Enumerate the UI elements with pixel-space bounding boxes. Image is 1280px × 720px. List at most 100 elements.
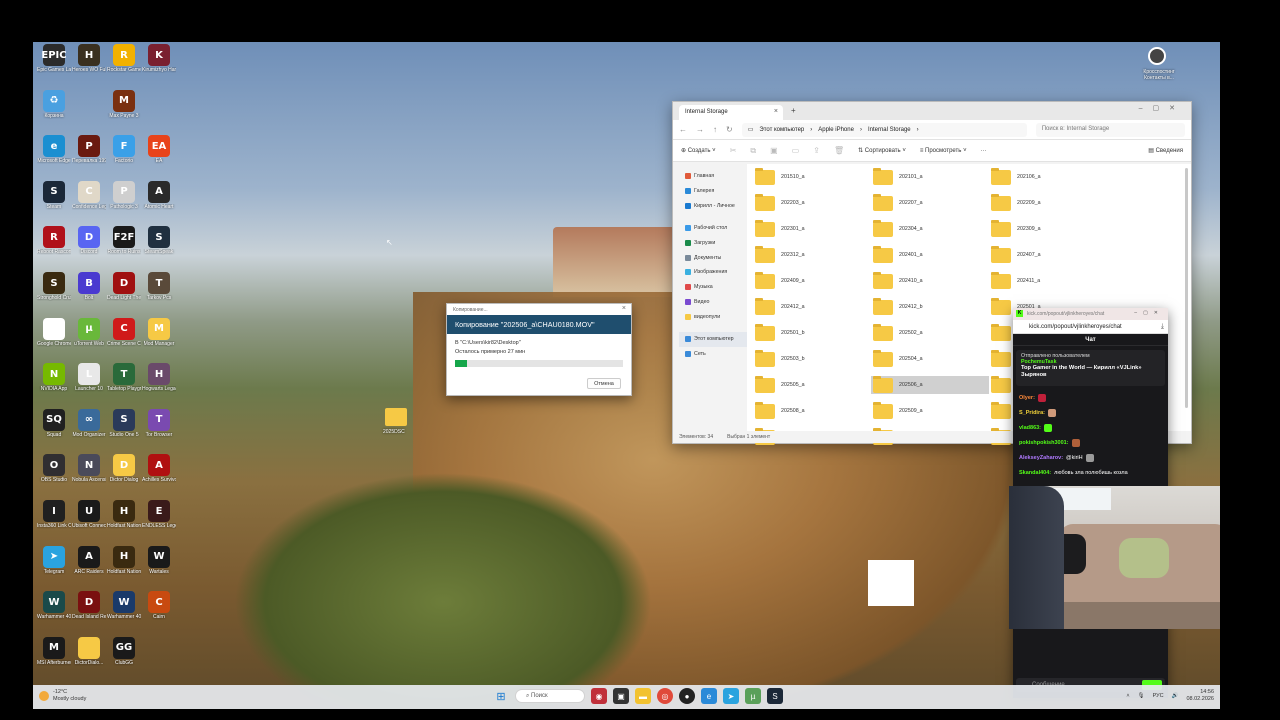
tray-chevron-icon[interactable]: ˄ [1126, 693, 1129, 699]
folder-item[interactable]: 202301_a [753, 219, 871, 238]
desktop-icon[interactable]: C Cairn [142, 591, 176, 620]
desktop-icon[interactable]: U Ubisoft Connect [72, 500, 106, 529]
desktop-icon[interactable]: ∞ Mod Organizer [72, 408, 106, 438]
folder-item[interactable]: 202203_a [753, 193, 871, 212]
copy-icon[interactable]: ⧉ [750, 146, 756, 156]
desktop-icon[interactable]: N NVIDIA App [37, 363, 71, 392]
chat-username[interactable]: AlekseyZaharov: [1019, 455, 1063, 461]
breadcrumb-2[interactable]: Internal Storage [868, 127, 911, 133]
paste-icon[interactable]: ▣ [770, 146, 778, 155]
breadcrumb-1[interactable]: Apple iPhone [818, 127, 854, 133]
desktop-icon[interactable]: DDead Light The Game [107, 272, 141, 301]
chat-message[interactable]: AlekseyZaharov: @kiriH [1019, 450, 1162, 465]
desktop-icon[interactable]: D Discord [72, 226, 106, 255]
taskbar-search[interactable]: ⌕ Поиск [515, 689, 585, 703]
desktop-icon[interactable]: L Launcher 10 [72, 363, 106, 392]
folder-item[interactable]: 202309_a [989, 219, 1107, 238]
desktop-icon[interactable]: B Bolt [72, 272, 106, 301]
desktop-icon[interactable]: RRockstar Games... [107, 44, 141, 73]
clock[interactable]: 14:56 08.02.2026 [1186, 689, 1214, 703]
sidebar-item[interactable]: Кирилл - Личное [679, 198, 747, 213]
edge-icon[interactable]: e [701, 688, 717, 704]
folder-item[interactable]: 202409_a [753, 271, 871, 290]
obs-icon[interactable]: ● [679, 688, 695, 704]
download-icon[interactable]: ⤓ [1161, 323, 1164, 331]
desktop-icon[interactable]: F2F Room to Ruins [107, 226, 141, 255]
close-icon[interactable]: × [622, 305, 626, 312]
desktop-icon[interactable]: HHogwarts Legacy [142, 363, 176, 392]
desktop-icon[interactable]: M MSI Afterburner [37, 636, 71, 666]
desktop-icon[interactable]: A ARC Raiders [72, 545, 106, 575]
language-indicator[interactable]: РУС [1153, 693, 1164, 699]
sidebar-item[interactable]: Этот компьютер [679, 331, 747, 347]
desktop-icon[interactable]: EENDLESS Legend 2 [142, 500, 176, 529]
folder-item[interactable]: 202101_a [871, 167, 989, 186]
sidebar-item[interactable]: Галерея [679, 184, 747, 199]
microphone-icon[interactable]: 🎙 [1138, 693, 1145, 699]
cancel-button[interactable]: Отмена [587, 378, 621, 389]
desktop-icon[interactable]: ➤ Telegram [37, 545, 71, 575]
sidebar-item[interactable]: Музыка [679, 280, 747, 295]
sidebar-item[interactable]: Изображения [679, 265, 747, 280]
desktop-icon[interactable]: A Atomic Heart [142, 180, 176, 210]
details-button[interactable]: ▤ Сведения [1148, 147, 1183, 154]
sidebar-item[interactable]: Видео [679, 295, 747, 310]
desktop-icon[interactable]: M Max Payne 3 [107, 89, 141, 119]
sidebar-item[interactable]: Рабочий стол [679, 221, 747, 236]
folder-item[interactable]: 202411_a [989, 271, 1107, 290]
desktop-icon[interactable]: S Studio One 5 [107, 408, 141, 438]
chat-username[interactable]: Skandal404: [1019, 470, 1051, 476]
chat-username[interactable]: vlad863: [1019, 425, 1041, 431]
folder-item[interactable]: 202209_a [989, 193, 1107, 212]
sidebar-item[interactable]: видеопули [679, 309, 747, 324]
desktop-icon[interactable]: S Steam [37, 180, 71, 210]
explorer-icon[interactable]: ▬ [635, 688, 651, 704]
pinned-message[interactable]: Отправлено пользователем PochemuTask Top… [1016, 350, 1165, 386]
refresh-icon[interactable]: ↻ [726, 125, 733, 134]
volume-icon[interactable]: 🔊 [1172, 693, 1179, 699]
desktop-icon[interactable]: F Factorio [107, 135, 141, 164]
folder-item[interactable]: 202503_b [753, 349, 871, 368]
desktop-folder-icon[interactable] [385, 408, 407, 426]
folder-item[interactable]: 202304_a [871, 219, 989, 238]
folder-item[interactable]: 202207_a [871, 193, 989, 212]
sidebar-item[interactable]: Загрузки [679, 236, 747, 251]
desktop-icon[interactable]: P Pathologic 3 [107, 180, 141, 210]
telegram-icon[interactable]: ➤ [723, 688, 739, 704]
desktop-icon[interactable]: EA EA [142, 135, 176, 164]
new-tab-icon[interactable]: + [791, 106, 796, 115]
sidebar-item[interactable]: Сеть [679, 347, 747, 362]
desktop-icon[interactable]: PПеревалка 1997 [72, 135, 106, 164]
chat-message[interactable]: S_Pridira: [1019, 405, 1162, 420]
chrome-icon[interactable]: ◎ [657, 688, 673, 704]
taskview-icon[interactable]: ▣ [613, 688, 629, 704]
window-controls[interactable]: –▢✕ [1134, 310, 1164, 316]
folder-item[interactable]: 202106_a [989, 167, 1107, 186]
desktop-icon[interactable]: HHeroes WO Full Retouched [72, 44, 106, 73]
folder-item[interactable]: 202407_a [989, 245, 1107, 264]
more-icon[interactable]: ··· [981, 148, 987, 154]
folder-item[interactable]: 202502_a [871, 323, 989, 342]
shortcut-icon[interactable] [1148, 47, 1166, 65]
explorer-scrollbar[interactable] [1185, 168, 1188, 408]
back-arrow-icon[interactable]: ← [679, 125, 687, 134]
chat-message[interactable]: Olyer: [1019, 390, 1162, 405]
chat-message[interactable]: vlad863: [1019, 420, 1162, 435]
desktop-icon[interactable]: GG ClubGG [107, 636, 141, 666]
desktop-icon[interactable]: HHoldfast Nations... [107, 545, 141, 575]
create-button[interactable]: ⊕ Создать ˅ [681, 147, 716, 154]
chat-username[interactable]: Olyer: [1019, 395, 1035, 401]
folder-item[interactable]: 202508_a [753, 401, 871, 420]
chat-message[interactable]: Skandal404: любовь зла полюбишь козла [1019, 465, 1162, 480]
folder-item[interactable]: 202504_a [871, 349, 989, 368]
delete-icon[interactable]: 🗑 [834, 146, 844, 155]
desktop-icon[interactable]: T Tor Browser [142, 408, 176, 438]
desktop-icon[interactable]: CConfidence Legend [72, 180, 106, 210]
chat-username[interactable]: S_Pridira: [1019, 410, 1045, 416]
desktop-icon[interactable]: TTabletop Playground [107, 363, 141, 392]
desktop-icon[interactable]: G Google Chrome [37, 317, 71, 347]
desktop-icon[interactable]: D Dictor Dialog [107, 454, 141, 483]
widget-icon[interactable]: ◉ [591, 688, 607, 704]
desktop-icon[interactable]: CCrime Scene Cleaner [107, 317, 141, 347]
chat-message[interactable]: pokishpokish3001: [1019, 435, 1162, 450]
